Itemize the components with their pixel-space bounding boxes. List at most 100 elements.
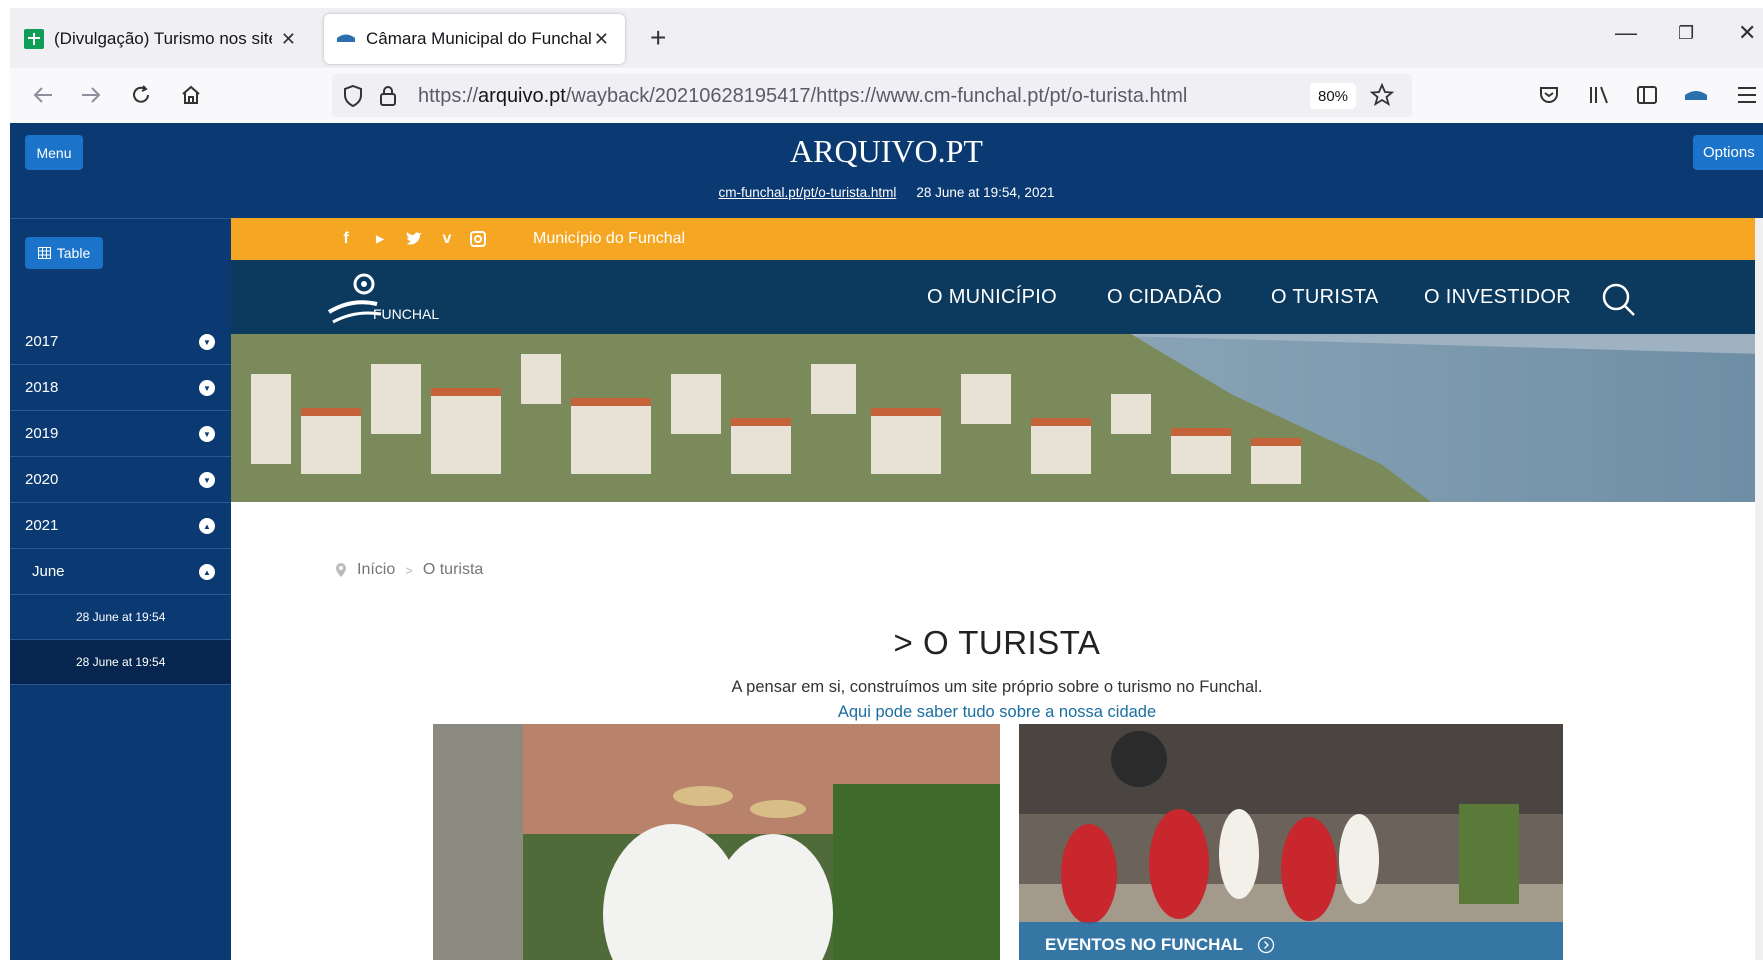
site-top-bar: f ▶ v Município do Funchal: [231, 218, 1763, 260]
nav-bar: https://arquivo.pt/wayback/2021062819541…: [10, 68, 1763, 123]
close-window-button[interactable]: ✕: [1738, 20, 1756, 46]
sidebar-toggle-icon[interactable]: [1636, 84, 1658, 106]
capture-date-label: 28 June at 19:54: [76, 655, 166, 669]
chevron-circle-right-icon: [1257, 936, 1275, 954]
caret-down-icon: ▼: [199, 426, 215, 442]
funchal-logo-text: FUNCHAL: [373, 306, 440, 322]
breadcrumb-separator: >: [405, 562, 413, 578]
close-tab-icon[interactable]: ✕: [594, 29, 609, 50]
hero-banner-image: [231, 334, 1763, 502]
home-button[interactable]: [176, 80, 206, 110]
capture-date-label: 28 June at 19:54: [76, 610, 166, 624]
zoom-level[interactable]: 80%: [1310, 83, 1356, 109]
year-label: 2017: [25, 333, 59, 350]
archived-site: f ▶ v Município do Funchal FUNCHAL O MUN…: [231, 218, 1763, 960]
sidebar: Table 2017 ▼ 2018 ▼ 2019 ▼ 2020 ▼ 2021 ▲ June…: [10, 218, 231, 960]
table-button[interactable]: Table: [25, 237, 103, 269]
year-2021[interactable]: 2021 ▲: [10, 503, 231, 549]
funchal-logo[interactable]: FUNCHAL: [327, 270, 440, 328]
minimize-button[interactable]: —: [1615, 20, 1637, 46]
vimeo-icon[interactable]: v: [438, 230, 456, 248]
map-pin-icon: [336, 563, 346, 577]
card-caption-text: EVENTOS NO FUNCHAL: [1045, 935, 1244, 954]
lock-icon[interactable]: [378, 84, 398, 108]
month-label: June: [32, 563, 65, 580]
breadcrumb-current: O turista: [422, 561, 484, 578]
year-2018[interactable]: 2018 ▼: [10, 365, 231, 411]
year-label: 2019: [25, 425, 59, 442]
url-host: arquivo.pt: [478, 85, 566, 107]
year-label: 2020: [25, 471, 59, 488]
arquivo-extension-icon[interactable]: [1684, 86, 1708, 104]
archived-url-link[interactable]: cm-funchal.pt/pt/o-turista.html: [719, 185, 897, 200]
bookmark-star-icon[interactable]: [1370, 83, 1394, 107]
home-icon: [182, 85, 200, 104]
instagram-icon[interactable]: [469, 230, 487, 248]
twitter-icon[interactable]: [405, 230, 423, 248]
url-bar[interactable]: https://arquivo.pt/wayback/2021062819541…: [332, 74, 1412, 117]
caret-down-icon: ▼: [199, 380, 215, 396]
arquivo-icon: [337, 34, 355, 42]
tab-strip: (Divulgação) Turismo nos sites d ✕ Câmar…: [10, 8, 1763, 68]
hamburger-menu-icon[interactable]: [1736, 85, 1758, 105]
options-button[interactable]: Options: [1693, 135, 1763, 170]
table-label: Table: [56, 245, 91, 261]
nav-o-turista[interactable]: O TURISTA: [1271, 286, 1379, 309]
nav-o-investidor[interactable]: O INVESTIDOR: [1424, 286, 1571, 309]
reload-icon: [133, 85, 149, 103]
back-button[interactable]: [28, 80, 58, 110]
close-tab-icon[interactable]: ✕: [281, 29, 296, 50]
carreiros-photo: [433, 724, 1000, 960]
url-path: /wayback/20210628195417/https://www.cm-f…: [565, 85, 1188, 107]
tab-camara-funchal[interactable]: Câmara Municipal do Funchal - A ✕: [324, 14, 625, 64]
url-prefix: https://: [418, 85, 479, 107]
caret-down-icon: ▼: [199, 334, 215, 350]
tourism-card-eventos[interactable]: EVENTOS NO FUNCHAL: [1019, 724, 1563, 960]
site-main-nav: FUNCHAL O MUNICÍPIO O CIDADÃO O TURISTA …: [231, 260, 1763, 334]
card-caption[interactable]: EVENTOS NO FUNCHAL: [1019, 922, 1563, 960]
capture-date-item[interactable]: 28 June at 19:54: [10, 595, 231, 640]
caret-down-icon: ▼: [199, 472, 215, 488]
archived-info: cm-funchal.pt/pt/o-turista.html 28 June a…: [10, 185, 1763, 200]
pocket-icon[interactable]: [1538, 84, 1560, 106]
google-sheets-icon: [24, 29, 44, 49]
page-scrollbar[interactable]: [1755, 218, 1763, 960]
arquivo-header: Menu ARQUIVO.PT cm-funchal.pt/pt/o-turis…: [10, 123, 1763, 218]
page-description: A pensar em si, construímos um site próp…: [731, 678, 1263, 696]
caret-up-icon: ▲: [199, 564, 215, 580]
archived-date: 28 June at 19:54, 2021: [916, 185, 1055, 200]
url-text[interactable]: https://arquivo.pt/wayback/2021062819541…: [418, 85, 1187, 108]
year-label: 2018: [25, 379, 59, 396]
table-icon: [37, 247, 51, 259]
year-2017[interactable]: 2017 ▼: [10, 319, 231, 365]
forward-button[interactable]: [76, 80, 106, 110]
facebook-icon[interactable]: f: [337, 230, 355, 248]
back-arrow-icon: [33, 87, 52, 103]
restore-button[interactable]: ❐: [1678, 23, 1694, 44]
tourism-card-carreiros[interactable]: [433, 724, 1000, 960]
caret-up-icon: ▲: [199, 518, 215, 534]
forward-arrow-icon: [82, 87, 101, 103]
municipio-label[interactable]: Município do Funchal: [533, 230, 685, 248]
page-viewport: Menu ARQUIVO.PT cm-funchal.pt/pt/o-turis…: [10, 123, 1763, 960]
library-icon[interactable]: [1588, 84, 1610, 106]
shield-icon[interactable]: [342, 84, 364, 108]
page-title: > O TURISTA: [893, 624, 1101, 661]
search-icon[interactable]: [1601, 282, 1637, 318]
breadcrumb: Início > O turista: [335, 561, 483, 579]
youtube-icon[interactable]: ▶: [371, 230, 389, 248]
new-tab-button[interactable]: +: [650, 24, 666, 52]
reload-button[interactable]: [126, 80, 156, 110]
city-info-link[interactable]: Aqui pode saber tudo sobre a nossa cidad…: [231, 703, 1763, 722]
year-2019[interactable]: 2019 ▼: [10, 411, 231, 457]
year-2020[interactable]: 2020 ▼: [10, 457, 231, 503]
capture-date-item-selected[interactable]: 28 June at 19:54: [10, 640, 231, 685]
tab-label: Câmara Municipal do Funchal - A: [366, 29, 594, 48]
arquivo-logo[interactable]: ARQUIVO.PT: [10, 133, 1763, 170]
nav-o-cidadao[interactable]: O CIDADÃO: [1107, 286, 1222, 309]
nav-o-municipio[interactable]: O MUNICÍPIO: [927, 286, 1057, 309]
tab-label: (Divulgação) Turismo nos sites d: [54, 29, 272, 48]
breadcrumb-home[interactable]: Início: [357, 561, 395, 579]
tab-divulgacao[interactable]: (Divulgação) Turismo nos sites d ✕: [10, 14, 310, 64]
month-june[interactable]: June ▲: [10, 549, 231, 595]
